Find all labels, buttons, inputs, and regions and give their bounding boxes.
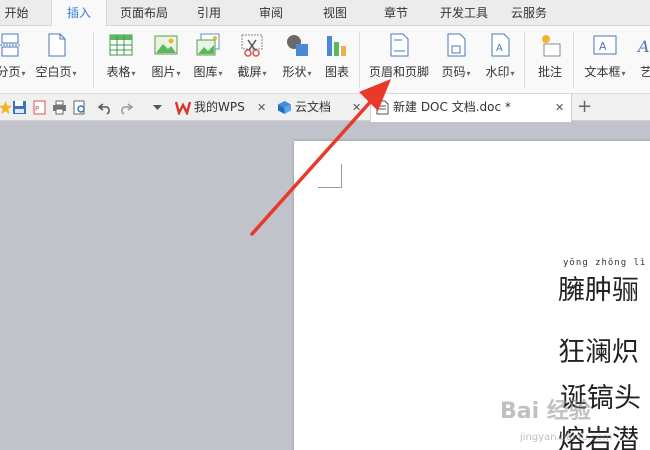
chart-button[interactable]: 图表 — [320, 26, 354, 94]
tab-review[interactable]: 审阅 — [250, 0, 292, 26]
textbox-button[interactable]: A 文本框▾ — [580, 26, 630, 94]
baidu-watermark-url: jingyan.baidu.com — [520, 432, 613, 443]
tab-home[interactable]: 开始 — [0, 0, 33, 26]
ribbon-separator — [573, 32, 574, 88]
doc-tab-label: 新建 DOC 文档.doc * — [393, 100, 511, 114]
document-line[interactable]: 臃肿骊 — [558, 268, 639, 307]
comment-button[interactable]: 批注 — [530, 26, 570, 94]
ribbon-insert: 分页▾ 空白页▾ 表格▾ 图片▾ 图库▾ 截屏▾ 形状▾ 图表 页眉和页脚 页码… — [0, 26, 650, 94]
bar-chart-icon — [327, 36, 346, 56]
document-icon — [376, 100, 389, 115]
svg-text:A: A — [636, 37, 650, 56]
header-footer-icon — [390, 33, 409, 57]
watermark-button[interactable]: A 水印▾ — [480, 26, 520, 94]
chevron-down-icon[interactable] — [150, 100, 165, 115]
svg-text:P: P — [35, 105, 39, 113]
table-icon — [109, 34, 133, 56]
tab-references[interactable]: 引用 — [188, 0, 230, 26]
ribbon-separator — [524, 32, 525, 88]
ribbon-tab-bar: 开始 插入 页面布局 引用 审阅 视图 章节 开发工具 云服务 — [0, 0, 650, 27]
doc-tab-my-wps[interactable]: 我的WPS ✕ — [170, 94, 272, 121]
header-footer-button[interactable]: 页眉和页脚 — [366, 26, 432, 94]
pinyin-annotation: yōng zhǒng lì — [563, 258, 647, 268]
ribbon-separator — [359, 32, 360, 88]
undo-icon[interactable] — [98, 100, 113, 115]
ribbon-separator — [93, 32, 94, 88]
print-icon[interactable] — [52, 100, 67, 115]
doc-tab-current[interactable]: 新建 DOC 文档.doc * ✕ — [370, 94, 572, 122]
print-preview-icon[interactable] — [72, 100, 87, 115]
shapes-icon — [287, 35, 308, 56]
art-text-button[interactable]: A 艺 — [632, 26, 650, 94]
page-break-icon — [0, 33, 20, 57]
tab-developer[interactable]: 开发工具 — [434, 0, 494, 26]
wps-logo-icon — [175, 101, 191, 115]
gallery-button[interactable]: 图库▾ — [188, 26, 228, 94]
new-tab-plus-icon[interactable]: + — [577, 96, 592, 118]
page-margin-marker — [318, 164, 342, 188]
tab-chapter[interactable]: 章节 — [375, 0, 417, 26]
doc-tab-cloud[interactable]: 云文档 ✕ — [272, 94, 368, 121]
blank-page-icon — [48, 33, 66, 57]
document-tab-bar: P 我的WPS ✕ 云文档 ✕ 新建 DOC 文档.doc * ✕ + — [0, 94, 650, 122]
export-pdf-icon[interactable]: P — [32, 100, 47, 115]
page-number-icon — [447, 33, 466, 57]
svg-text:A: A — [496, 43, 503, 54]
tab-cloud-service[interactable]: 云服务 — [506, 0, 552, 26]
cloud-doc-icon — [278, 101, 291, 114]
redo-icon[interactable] — [118, 100, 133, 115]
svg-text:A: A — [599, 40, 607, 53]
picture-icon — [154, 35, 178, 55]
doc-tab-label: 我的WPS — [194, 100, 245, 114]
baidu-watermark: Bai 经验 — [500, 399, 591, 424]
tab-page-layout[interactable]: 页面布局 — [112, 0, 176, 26]
table-button[interactable]: 表格▾ — [100, 26, 142, 94]
doc-tab-label: 云文档 — [295, 100, 332, 114]
textbox-icon: A — [593, 35, 617, 55]
page-break-button[interactable]: 分页▾ — [0, 26, 32, 94]
screenshot-button[interactable]: 截屏▾ — [232, 26, 272, 94]
document-line[interactable]: 狂澜炽 — [558, 330, 639, 369]
art-text-icon: A — [636, 37, 650, 56]
blank-page-button[interactable]: 空白页▾ — [34, 26, 78, 94]
close-icon[interactable]: ✕ — [555, 94, 564, 121]
tab-insert[interactable]: 插入 — [51, 0, 107, 27]
comment-icon — [542, 35, 561, 57]
tab-view[interactable]: 视图 — [314, 0, 356, 26]
gallery-icon — [196, 33, 220, 56]
scissors-icon — [241, 34, 263, 57]
close-icon[interactable]: ✕ — [352, 94, 361, 121]
save-icon[interactable] — [12, 100, 27, 115]
close-icon[interactable]: ✕ — [257, 94, 266, 121]
watermark-icon: A — [491, 33, 510, 57]
picture-button[interactable]: 图片▾ — [146, 26, 186, 94]
shapes-button[interactable]: 形状▾ — [276, 26, 318, 94]
page-number-button[interactable]: 页码▾ — [436, 26, 476, 94]
